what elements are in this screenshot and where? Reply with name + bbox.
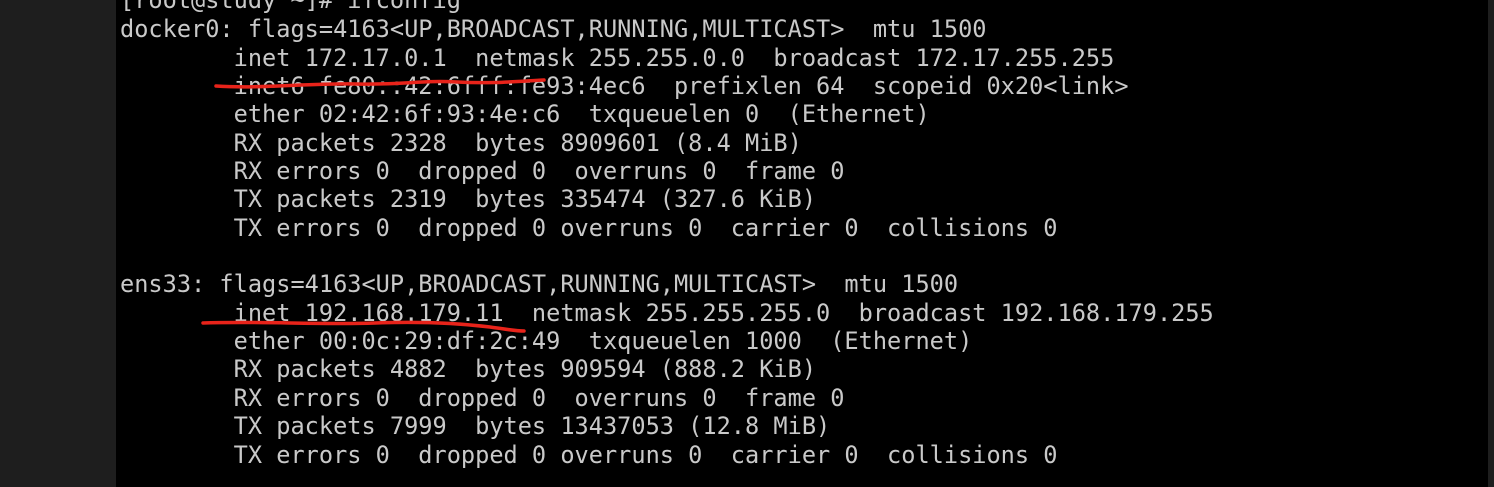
terminal-line-ens33-tx-errors: TX errors 0 dropped 0 overruns 0 carrier… xyxy=(120,441,1058,469)
terminal-line-ens33-ether: ether 00:0c:29:df:2c:49 txqueuelen 1000 … xyxy=(120,327,973,355)
screenshot-frame: [root@study ~]# ifconfig docker0: flags=… xyxy=(0,0,1494,487)
terminal-line-ens33-flags: ens33: flags=4163<UP,BROADCAST,RUNNING,M… xyxy=(120,270,959,298)
terminal-line-docker0-rx-errors: RX errors 0 dropped 0 overruns 0 frame 0 xyxy=(120,157,845,185)
terminal-line-ens33-inet: inet 192.168.179.11 netmask 255.255.255.… xyxy=(120,299,1214,327)
terminal-line-docker0-flags: docker0: flags=4163<UP,BROADCAST,RUNNING… xyxy=(120,15,987,43)
left-window-margin xyxy=(0,0,116,487)
terminal-line-docker0-inet6: inet6 fe80::42:6fff:fe93:4ec6 prefixlen … xyxy=(120,72,1129,100)
terminal-line-ens33-rx-errors: RX errors 0 dropped 0 overruns 0 frame 0 xyxy=(120,384,845,412)
terminal-line-docker0-tx-errors: TX errors 0 dropped 0 overruns 0 carrier… xyxy=(120,214,1058,242)
right-window-margin xyxy=(1488,0,1494,487)
terminal-line-docker0-tx-packets: TX packets 2319 bytes 335474 (327.6 KiB) xyxy=(120,185,817,213)
terminal-console[interactable]: [root@study ~]# ifconfig docker0: flags=… xyxy=(116,0,1488,487)
terminal-line-ens33-rx-packets: RX packets 4882 bytes 909594 (888.2 KiB) xyxy=(120,355,817,383)
terminal-line-docker0-rx-packets: RX packets 2328 bytes 8909601 (8.4 MiB) xyxy=(120,129,802,157)
terminal-line-docker0-inet: inet 172.17.0.1 netmask 255.255.0.0 broa… xyxy=(120,44,1115,72)
terminal-line-docker0-ether: ether 02:42:6f:93:4e:c6 txqueuelen 0 (Et… xyxy=(120,100,930,128)
terminal-line-prompt: [root@study ~]# ifconfig xyxy=(120,0,461,14)
terminal-line-ens33-tx-packets: TX packets 7999 bytes 13437053 (12.8 MiB… xyxy=(120,412,831,440)
